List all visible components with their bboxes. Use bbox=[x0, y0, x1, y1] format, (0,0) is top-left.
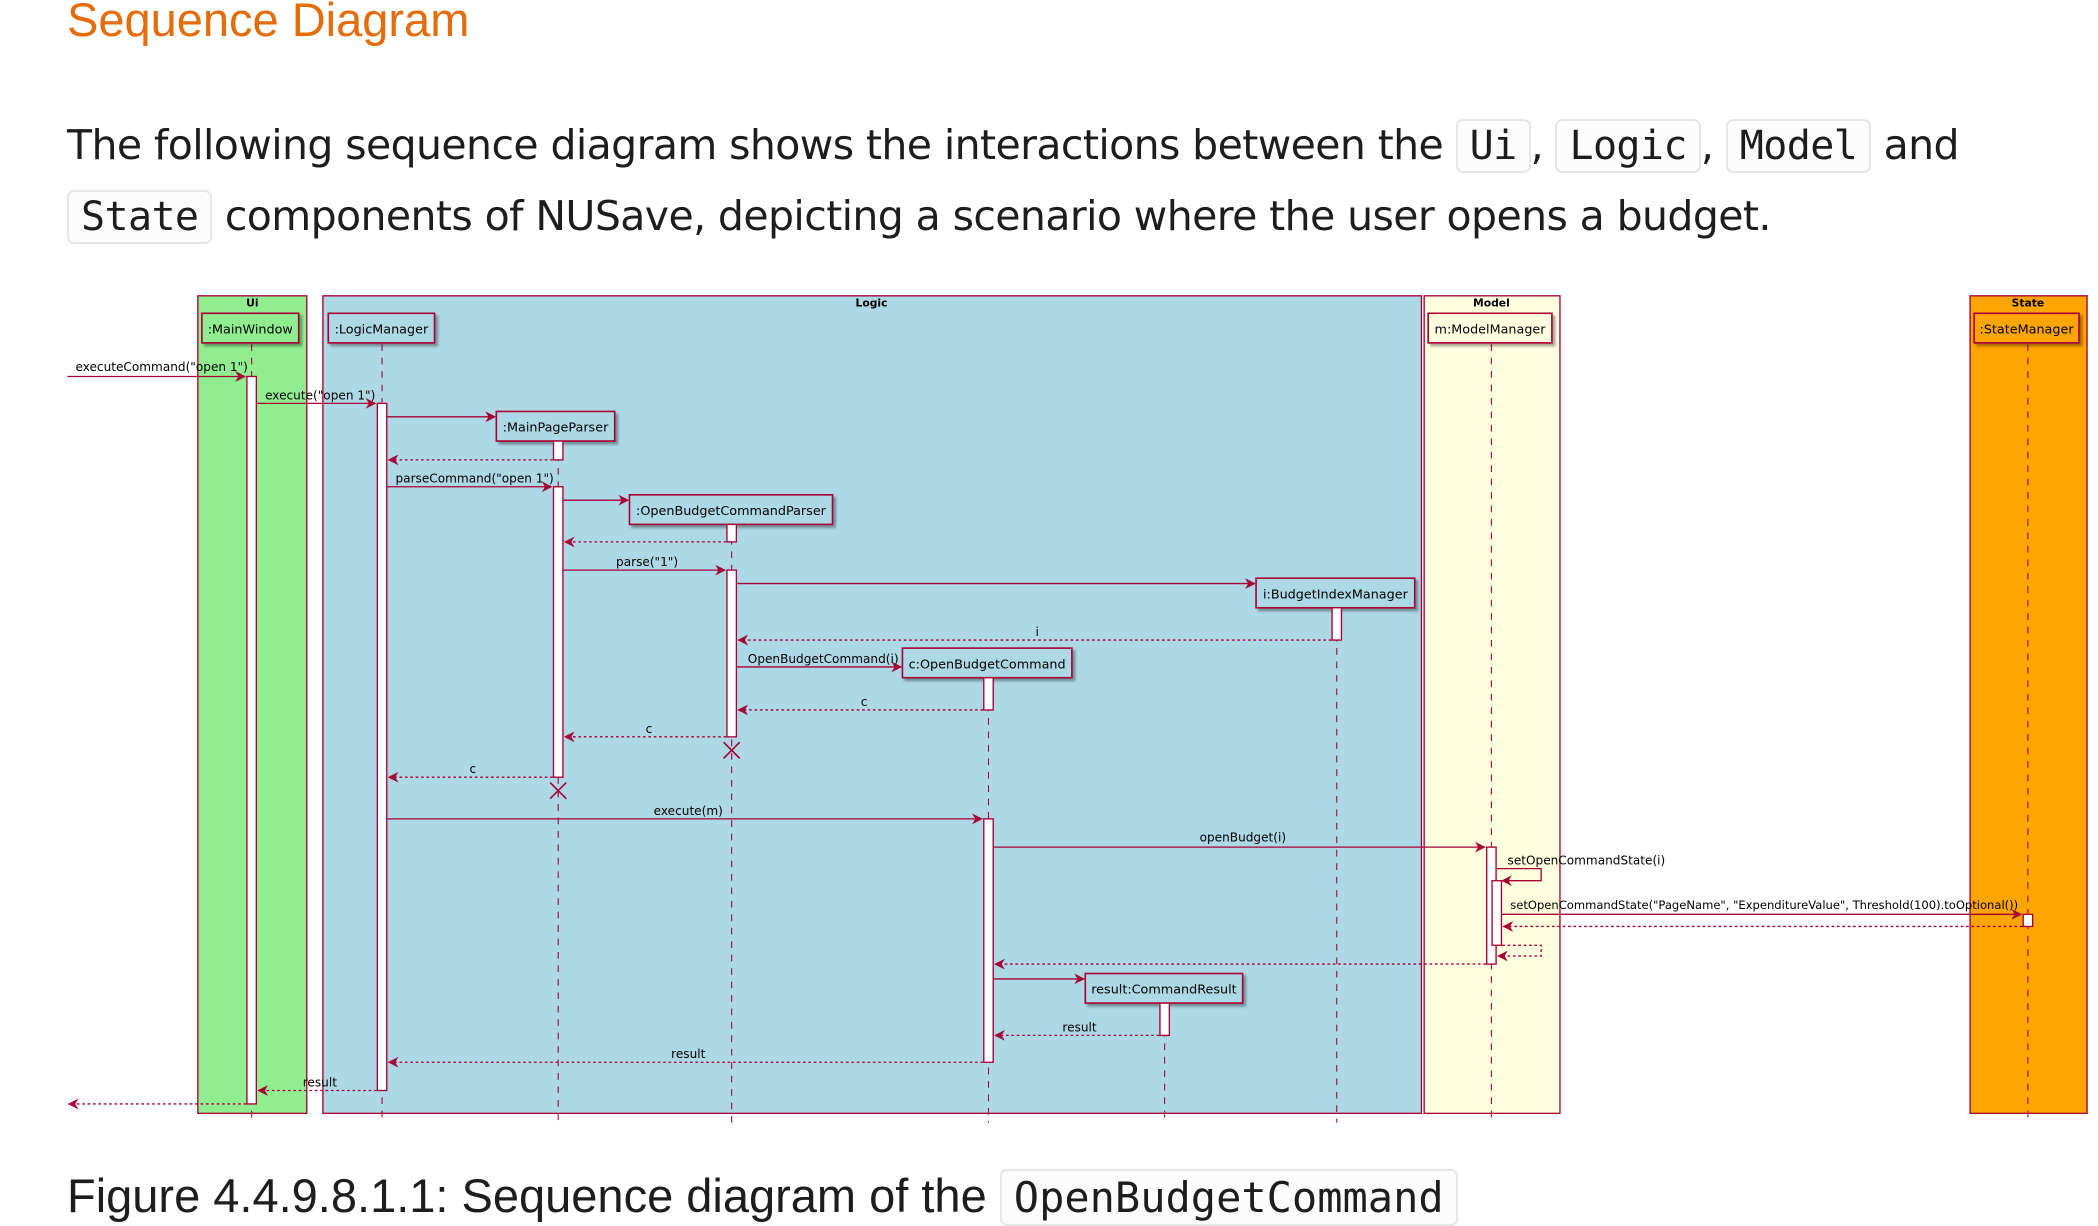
message-label: result bbox=[671, 1047, 705, 1061]
activation-commandresult bbox=[1159, 1002, 1171, 1037]
participant-label: :LogicManager bbox=[335, 322, 429, 337]
participant-label: :MainWindow bbox=[208, 322, 293, 337]
message-label: OpenBudgetCommand(i) bbox=[748, 652, 899, 666]
activation-obcparser-1 bbox=[726, 523, 738, 543]
participant-label: :StateManager bbox=[1980, 322, 2075, 337]
activation-mainpageparser-2 bbox=[552, 486, 564, 778]
box-state-title: State bbox=[2012, 297, 2045, 310]
activation-mainwindow bbox=[246, 375, 258, 1105]
message-label: execute("open 1") bbox=[265, 388, 375, 402]
participant-label: :MainPageParser bbox=[503, 421, 609, 436]
message-label: i bbox=[1036, 625, 1039, 639]
box-model-title: Model bbox=[1473, 297, 1510, 310]
activation-statemanager bbox=[2022, 913, 2034, 928]
message-label: result bbox=[1062, 1020, 1096, 1034]
activation-mainpageparser-1 bbox=[552, 440, 564, 461]
message-label: c bbox=[861, 695, 868, 709]
box-logic-title: Logic bbox=[856, 297, 888, 310]
activation-openbudgetcommand-2 bbox=[983, 818, 994, 1063]
activation-logicmanager bbox=[376, 402, 388, 1092]
activation-openbudgetcommand-1 bbox=[983, 677, 994, 711]
box-state: State bbox=[1969, 295, 2088, 1115]
participant-label: :OpenBudgetCommandParser bbox=[636, 504, 827, 519]
message-label: parseCommand("open 1") bbox=[396, 472, 554, 486]
sequence-diagram: Ui Logic Model State :MainWindow :LogicM… bbox=[67, 295, 2088, 1123]
activation-modelmanager-2 bbox=[1491, 880, 1503, 946]
participant-label: c:OpenBudgetCommand bbox=[909, 657, 1066, 672]
caption-code: OpenBudgetCommand bbox=[999, 1169, 1458, 1226]
message-label: c bbox=[469, 762, 476, 776]
message-label: c bbox=[646, 722, 653, 736]
figure-caption: Figure 4.4.9.8.1.1: Sequence diagram of … bbox=[67, 1168, 1458, 1226]
message-label: setOpenCommandState(i) bbox=[1508, 854, 1666, 868]
message-label: executeCommand("open 1") bbox=[75, 360, 247, 374]
activation-obcparser-2 bbox=[726, 569, 738, 738]
box-ui-title: Ui bbox=[246, 297, 258, 310]
message-label: parse("1") bbox=[616, 555, 678, 569]
message-label: execute(m) bbox=[654, 804, 723, 818]
caption-text: Figure 4.4.9.8.1.1: Sequence diagram of … bbox=[67, 1169, 1000, 1222]
participant-label: result:CommandResult bbox=[1091, 983, 1236, 998]
message-label: result bbox=[303, 1075, 337, 1089]
message-label: setOpenCommandState("PageName", "Expendi… bbox=[1510, 898, 2018, 912]
box-model: Model bbox=[1423, 295, 1561, 1115]
activation-budgetindexmanager bbox=[1331, 607, 1343, 641]
participant-label: i:BudgetIndexManager bbox=[1263, 587, 1409, 602]
box-logic: Logic bbox=[322, 295, 1423, 1115]
message-label: openBudget(i) bbox=[1200, 831, 1286, 845]
participant-label: m:ModelManager bbox=[1435, 322, 1547, 337]
